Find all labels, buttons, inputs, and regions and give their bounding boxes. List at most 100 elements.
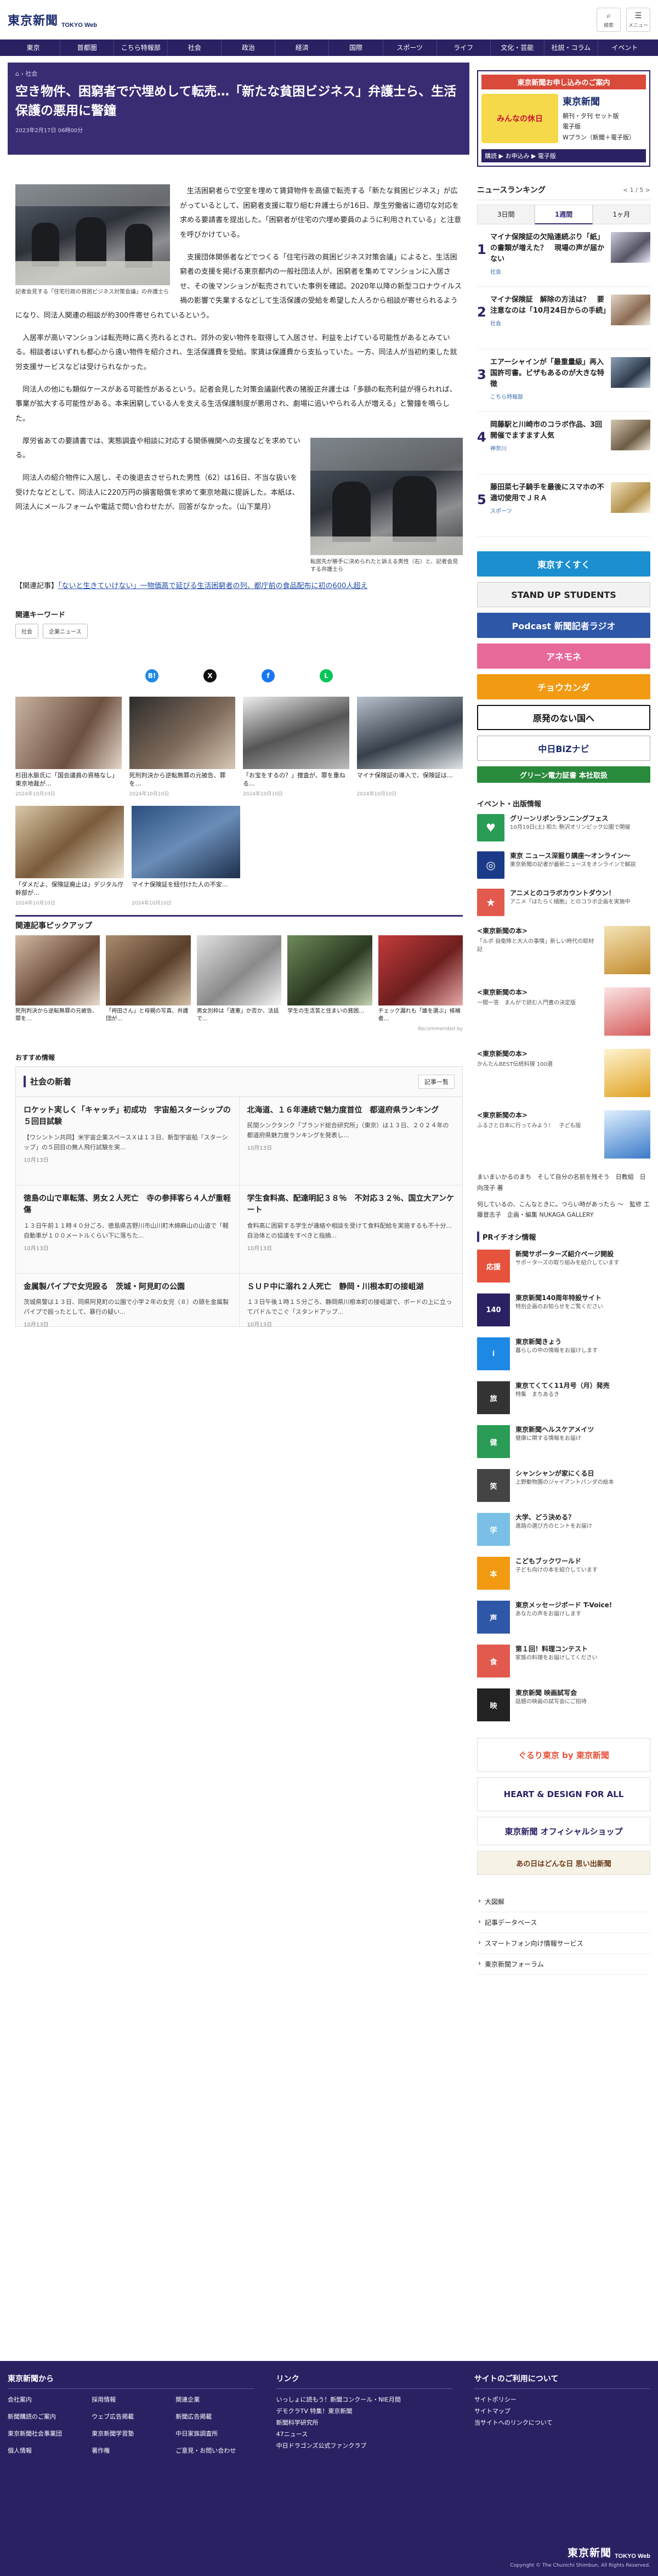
event-item[interactable]: ★ アニメとのコラボカウントダウン！ アニメ「はたらく細胞」とのコラボ企画を実施… bbox=[477, 889, 650, 918]
related-link[interactable]: 「ないと生きていけない」一物価高で延びる生活困窮者の列、都庁前の食品配布に初の6… bbox=[58, 582, 367, 590]
footer-link[interactable]: 新聞科学研究所 bbox=[276, 2417, 452, 2429]
menu-button[interactable]: ☰ メニュー bbox=[626, 8, 650, 32]
event-title[interactable]: アニメとのコラボカウントダウン！ bbox=[510, 889, 650, 898]
nav-item[interactable]: こちら特報部 bbox=[114, 39, 168, 56]
pr-item[interactable]: 応援 新聞サポーターズ紹介ページ開設 サポーターズの取り組みを紹介しています bbox=[477, 1250, 650, 1285]
book-cover[interactable] bbox=[604, 1110, 650, 1159]
footer-link[interactable]: 当サイトへのリンクについて bbox=[474, 2417, 650, 2429]
event-item[interactable]: ♥ グリーンリボンランニングフェス 10月19日(土) 和た 駒沢オリンピック公… bbox=[477, 814, 650, 844]
nav-item[interactable]: 国際 bbox=[329, 39, 383, 56]
news-thumb[interactable] bbox=[132, 805, 240, 878]
news-card-title[interactable]: 杉田水脈氏に「国会議員の資格なし」東京地裁が… bbox=[15, 771, 122, 789]
keyword-tag[interactable]: 企業ニュース bbox=[43, 623, 88, 639]
pickup-title[interactable]: 「袴田さん」と母親の写真、弁護団が… bbox=[106, 1008, 190, 1023]
news-card-title[interactable]: 死刑判決から逆転無罪の元被告、罪を… bbox=[129, 771, 236, 789]
ranking-item[interactable]: 5 藤田菜七子騎手を最後にスマホの不適切使用でＪＲＡ スポーツ bbox=[477, 474, 650, 537]
news-thumb[interactable] bbox=[356, 696, 463, 769]
ranking-category[interactable]: スポーツ bbox=[490, 506, 608, 515]
ranking-item[interactable]: 4 岡藤駅と川崎市のコラボ作品、3回開催でますます人気 神奈川 bbox=[477, 412, 650, 474]
news-card-title[interactable]: 「お宝をするの？」捜査が、罪を重ねる… bbox=[243, 771, 349, 789]
nav-item[interactable]: 社説・コラム bbox=[544, 39, 598, 56]
ranking-item[interactable]: 3 エアーシャインが「最重量級」再入国許可書。ビザもあるのが大きな特徴 こちら特… bbox=[477, 349, 650, 412]
nav-item[interactable]: 文化・芸能 bbox=[491, 39, 544, 56]
footer-link[interactable]: 採用情報 bbox=[92, 2394, 170, 2406]
press-conference-photo[interactable] bbox=[15, 184, 170, 285]
pickup-card[interactable]: 男女別枠は「違憲」か否か、法廷で… bbox=[196, 935, 282, 1023]
news-thumb[interactable] bbox=[15, 805, 124, 878]
footer-link[interactable]: 会社案内 bbox=[8, 2394, 86, 2406]
footer-link[interactable]: サイトマップ bbox=[474, 2406, 650, 2417]
green-power-banner[interactable]: グリーン電力証書 本社取扱 bbox=[477, 766, 650, 783]
pr-item[interactable]: 笑シャンシャンが家にくる日 上野動物園のジャイアントパンダの絵本 bbox=[477, 1469, 650, 1504]
side-link[interactable]: スマートフォン向け情報サービス bbox=[477, 1933, 650, 1954]
news-card-title[interactable]: 「ダメだよ、保険証廃止は」デジタル庁幹部が… bbox=[15, 880, 124, 898]
nav-item[interactable]: スポーツ bbox=[383, 39, 437, 56]
news-card-title[interactable]: マイナ保険証の導入で、保険証は… bbox=[357, 771, 463, 789]
book-title[interactable]: <東京新聞の本> bbox=[477, 926, 599, 935]
nav-item[interactable]: 首都圏 bbox=[60, 39, 115, 56]
pr-item[interactable]: i 東京新聞きょう 暮らしの中の情報をお届けします bbox=[477, 1337, 650, 1372]
pickup-card[interactable]: 「袴田さん」と母親の写真、弁護団が… bbox=[106, 935, 191, 1023]
news-title[interactable]: ＳＵＰ中に溺れ２人死亡 静岡・川根本町の接岨湖 bbox=[247, 1281, 455, 1293]
official-shop-banner[interactable]: 東京新聞 オフィシャルショップ bbox=[477, 1817, 650, 1846]
nav-item[interactable]: 政治 bbox=[222, 39, 276, 56]
pr-title[interactable]: 新聞サポーターズ紹介ページ開設 bbox=[515, 1250, 650, 1259]
pickup-thumb[interactable] bbox=[287, 935, 372, 1005]
pr-title[interactable]: 第１回！料理コンテスト bbox=[515, 1645, 650, 1654]
event-item[interactable]: ◎ 東京 ニュース深掘り講座〜オンライン〜 東京新聞の記者が最新ニュースをオンラ… bbox=[477, 851, 650, 881]
nav-item[interactable]: 東京 bbox=[7, 39, 61, 56]
site-logo[interactable]: 東京新聞 TOKYO Web bbox=[8, 11, 97, 29]
news-title[interactable]: 学生食料高、配達明記３８％ 不対応３２％、国立大アンケート bbox=[247, 1193, 455, 1217]
footer-link[interactable]: デモクラTV 特集！東京新聞 bbox=[276, 2406, 452, 2417]
pr-title[interactable]: 東京新聞ヘルスケアメイツ bbox=[515, 1425, 650, 1434]
book-cover[interactable] bbox=[604, 926, 650, 974]
social-news-item[interactable]: 北海道、１６年連続で魅力度首位 都道府県ランキング 民間シンクタンク「ブランド総… bbox=[240, 1097, 463, 1185]
standup-banner[interactable]: STAND UP STUDENTS bbox=[477, 582, 650, 607]
ranking-category[interactable]: 社会 bbox=[490, 319, 608, 327]
book-title[interactable]: <東京新聞の本> bbox=[477, 1049, 599, 1058]
news-title[interactable]: 金属製パイプで女児殴る 茨城・阿見町の公園 bbox=[24, 1281, 231, 1293]
news-card-title[interactable]: マイナ保険証を紐付けた人の不安… bbox=[132, 880, 240, 898]
news-card[interactable]: 死刑判決から逆転無罪の元被告、罪を… 2024年10月10日 bbox=[129, 696, 236, 797]
pr-item[interactable]: 本こどもブックワールド 子ども向けの本を紹介しています bbox=[477, 1557, 650, 1592]
pr-item[interactable]: 食第１回！料理コンテスト 家族の料理をお届けしてください bbox=[477, 1645, 650, 1680]
social-news-item[interactable]: ロケット実しく「キャッチ」初成功 宇宙船スターシップの５回目試験 【ワシントン共… bbox=[16, 1097, 240, 1185]
pickup-thumb[interactable] bbox=[196, 935, 282, 1005]
news-thumb[interactable] bbox=[15, 696, 122, 769]
pickup-thumb[interactable] bbox=[378, 935, 463, 1005]
nav-item[interactable]: 社会 bbox=[168, 39, 222, 56]
subscription-ad[interactable]: 東京新聞お申し込みのご案内 みんなの休日 東京新聞 朝刊・夕刊 セット版 電子版… bbox=[477, 70, 650, 167]
genpatsu-banner[interactable]: 原発のない国へ bbox=[477, 705, 650, 730]
keyword-tag[interactable]: 社会 bbox=[15, 623, 38, 639]
footer-link[interactable]: 東京新聞社会事業団 bbox=[8, 2428, 86, 2440]
pickup-title[interactable]: 死刑判決から逆転無罪の元被告、罪を… bbox=[15, 1008, 100, 1023]
pr-item[interactable]: 声東京メッセージボード T-Voice! あなたの声をお届けします bbox=[477, 1601, 650, 1636]
article-figure-2[interactable]: 転居先が勝手に決められたと訴える男性（右）と、記者会見する弁護士ら bbox=[310, 437, 463, 574]
bizunavi-banner[interactable]: 中日BiZナビ bbox=[477, 736, 650, 761]
sukusuku-banner[interactable]: 東京すくすく bbox=[477, 551, 650, 577]
facebook-share-button[interactable]: f bbox=[262, 669, 275, 682]
pr-title[interactable]: 東京メッセージボード T-Voice! bbox=[515, 1601, 650, 1610]
ranking-category[interactable]: 神奈川 bbox=[490, 444, 608, 452]
ranking-thumb[interactable] bbox=[611, 357, 650, 388]
news-thumb[interactable] bbox=[129, 696, 235, 769]
breadcrumb[interactable]: ⌂ › 社会 bbox=[15, 69, 462, 78]
footer-link[interactable]: 著作権 bbox=[92, 2445, 170, 2457]
news-title[interactable]: 北海道、１６年連続で魅力度首位 都道府県ランキング bbox=[247, 1105, 455, 1117]
pr-item[interactable]: 映東京新聞 映画試写会 話題の映画の試写会にご招待 bbox=[477, 1688, 650, 1724]
pr-title[interactable]: 東京新聞140周年特設サイト bbox=[515, 1293, 650, 1303]
footer-link[interactable]: サイトポリシー bbox=[474, 2394, 650, 2406]
line-share-button[interactable]: L bbox=[320, 669, 333, 682]
memories-banner[interactable]: あの日はどんな日 思い出新聞 bbox=[477, 1851, 650, 1875]
footer-link[interactable]: 新聞購読のご案内 bbox=[8, 2411, 86, 2423]
ranking-tab-active[interactable]: 1週間 bbox=[535, 205, 593, 224]
footer-link[interactable]: 中日ドラゴンズ公式ファンクラブ bbox=[276, 2441, 452, 2452]
breadcrumb-item[interactable]: 社会 bbox=[25, 70, 37, 77]
ranking-thumb[interactable] bbox=[611, 420, 650, 450]
pickup-card[interactable]: 学生の生活苦と住まいの貧困… bbox=[287, 935, 372, 1023]
footer-link[interactable]: 新聞広告掲載 bbox=[175, 2411, 254, 2423]
press-conference-photo-2[interactable] bbox=[310, 437, 463, 555]
footer-link[interactable]: いっしょに読もう！新聞コンクール・NIE月間 bbox=[276, 2394, 452, 2406]
ranking-item[interactable]: 1 マイナ保険証の欠陥連続ぶり「紙」の書類が増えた？ 現場の声が届かない 社会 bbox=[477, 224, 650, 287]
footer-link[interactable]: ウェブ広告掲載 bbox=[92, 2411, 170, 2423]
